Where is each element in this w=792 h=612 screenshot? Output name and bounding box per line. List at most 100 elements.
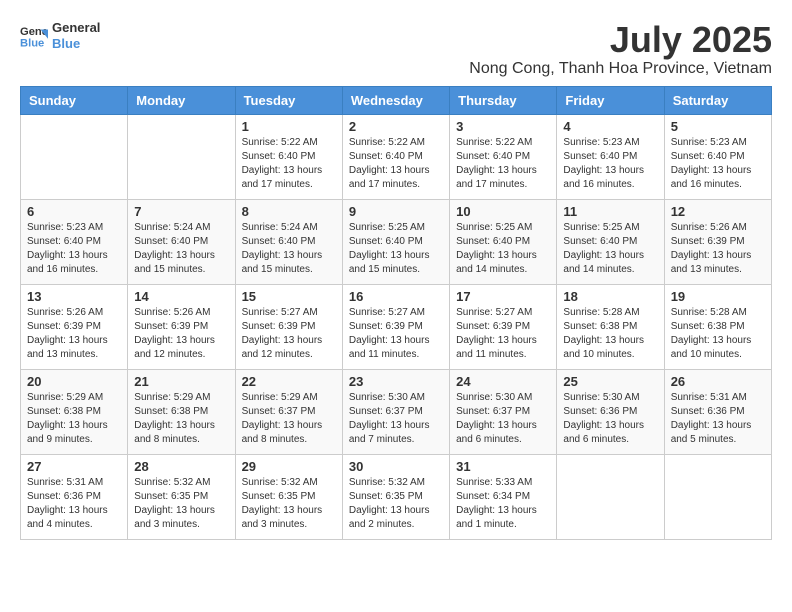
calendar-cell: 17 Sunrise: 5:27 AMSunset: 6:39 PMDayligh… (450, 284, 557, 369)
day-info: Sunrise: 5:22 AMSunset: 6:40 PMDaylight:… (349, 136, 443, 192)
day-number: 8 (242, 204, 336, 219)
calendar-title: July 2025 (469, 20, 772, 60)
day-number: 5 (671, 119, 765, 134)
calendar-cell: 30 Sunrise: 5:32 AMSunset: 6:35 PMDayligh… (342, 454, 449, 539)
calendar-cell: 24 Sunrise: 5:30 AMSunset: 6:37 PMDayligh… (450, 369, 557, 454)
page-header: General Blue General Blue July 2025 Nong… (20, 20, 772, 78)
day-info: Sunrise: 5:27 AMSunset: 6:39 PMDaylight:… (349, 306, 443, 362)
calendar-cell: 8 Sunrise: 5:24 AMSunset: 6:40 PMDaylight… (235, 199, 342, 284)
logo: General Blue General Blue (20, 20, 100, 51)
day-number: 17 (456, 289, 550, 304)
calendar-cell: 3 Sunrise: 5:22 AMSunset: 6:40 PMDaylight… (450, 114, 557, 199)
day-info: Sunrise: 5:23 AMSunset: 6:40 PMDaylight:… (563, 136, 657, 192)
day-info: Sunrise: 5:22 AMSunset: 6:40 PMDaylight:… (242, 136, 336, 192)
calendar-cell: 19 Sunrise: 5:28 AMSunset: 6:38 PMDayligh… (664, 284, 771, 369)
day-number: 27 (27, 459, 121, 474)
day-info: Sunrise: 5:29 AMSunset: 6:37 PMDaylight:… (242, 391, 336, 447)
day-number: 3 (456, 119, 550, 134)
column-header-sunday: Sunday (21, 86, 128, 114)
day-number: 20 (27, 374, 121, 389)
column-header-thursday: Thursday (450, 86, 557, 114)
day-info: Sunrise: 5:32 AMSunset: 6:35 PMDaylight:… (349, 476, 443, 532)
calendar-cell: 6 Sunrise: 5:23 AMSunset: 6:40 PMDaylight… (21, 199, 128, 284)
day-info: Sunrise: 5:23 AMSunset: 6:40 PMDaylight:… (27, 221, 121, 277)
calendar-cell (557, 454, 664, 539)
day-info: Sunrise: 5:31 AMSunset: 6:36 PMDaylight:… (671, 391, 765, 447)
day-info: Sunrise: 5:23 AMSunset: 6:40 PMDaylight:… (671, 136, 765, 192)
calendar-week-row: 27 Sunrise: 5:31 AMSunset: 6:36 PMDayligh… (21, 454, 772, 539)
day-info: Sunrise: 5:33 AMSunset: 6:34 PMDaylight:… (456, 476, 550, 532)
column-header-saturday: Saturday (664, 86, 771, 114)
day-info: Sunrise: 5:26 AMSunset: 6:39 PMDaylight:… (671, 221, 765, 277)
day-number: 14 (134, 289, 228, 304)
calendar-week-row: 1Sunrise: 5:22 AMSunset: 6:40 PMDaylight… (21, 114, 772, 199)
calendar-cell: 1Sunrise: 5:22 AMSunset: 6:40 PMDaylight… (235, 114, 342, 199)
column-header-monday: Monday (128, 86, 235, 114)
calendar-cell: 4Sunrise: 5:23 AMSunset: 6:40 PMDaylight… (557, 114, 664, 199)
day-info: Sunrise: 5:26 AMSunset: 6:39 PMDaylight:… (27, 306, 121, 362)
day-info: Sunrise: 5:25 AMSunset: 6:40 PMDaylight:… (456, 221, 550, 277)
day-number: 21 (134, 374, 228, 389)
day-number: 29 (242, 459, 336, 474)
day-number: 11 (563, 204, 657, 219)
calendar-cell: 28Sunrise: 5:32 AMSunset: 6:35 PMDayligh… (128, 454, 235, 539)
calendar-cell: 11Sunrise: 5:25 AMSunset: 6:40 PMDayligh… (557, 199, 664, 284)
day-info: Sunrise: 5:28 AMSunset: 6:38 PMDaylight:… (671, 306, 765, 362)
calendar-cell: 29 Sunrise: 5:32 AMSunset: 6:35 PMDayligh… (235, 454, 342, 539)
logo-blue-text: Blue (52, 36, 100, 52)
calendar-cell (21, 114, 128, 199)
day-number: 23 (349, 374, 443, 389)
calendar-cell: 13Sunrise: 5:26 AMSunset: 6:39 PMDayligh… (21, 284, 128, 369)
calendar-cell: 21 Sunrise: 5:29 AMSunset: 6:38 PMDayligh… (128, 369, 235, 454)
day-info: Sunrise: 5:27 AMSunset: 6:39 PMDaylight:… (242, 306, 336, 362)
day-info: Sunrise: 5:26 AMSunset: 6:39 PMDaylight:… (134, 306, 228, 362)
day-number: 28 (134, 459, 228, 474)
day-info: Sunrise: 5:29 AMSunset: 6:38 PMDaylight:… (134, 391, 228, 447)
day-info: Sunrise: 5:30 AMSunset: 6:37 PMDaylight:… (349, 391, 443, 447)
day-number: 26 (671, 374, 765, 389)
svg-text:Blue: Blue (20, 37, 44, 49)
calendar-cell: 25 Sunrise: 5:30 AMSunset: 6:36 PMDayligh… (557, 369, 664, 454)
day-number: 18 (563, 289, 657, 304)
day-info: Sunrise: 5:24 AMSunset: 6:40 PMDaylight:… (242, 221, 336, 277)
calendar-week-row: 20 Sunrise: 5:29 AMSunset: 6:38 PMDayligh… (21, 369, 772, 454)
calendar-cell (664, 454, 771, 539)
day-number: 24 (456, 374, 550, 389)
calendar-cell: 16Sunrise: 5:27 AMSunset: 6:39 PMDayligh… (342, 284, 449, 369)
day-info: Sunrise: 5:30 AMSunset: 6:37 PMDaylight:… (456, 391, 550, 447)
day-number: 9 (349, 204, 443, 219)
day-number: 6 (27, 204, 121, 219)
calendar-cell: 2Sunrise: 5:22 AMSunset: 6:40 PMDaylight… (342, 114, 449, 199)
calendar-cell (128, 114, 235, 199)
logo-icon: General Blue (20, 22, 48, 50)
day-info: Sunrise: 5:22 AMSunset: 6:40 PMDaylight:… (456, 136, 550, 192)
calendar-week-row: 13Sunrise: 5:26 AMSunset: 6:39 PMDayligh… (21, 284, 772, 369)
day-number: 7 (134, 204, 228, 219)
day-info: Sunrise: 5:31 AMSunset: 6:36 PMDaylight:… (27, 476, 121, 532)
calendar-cell: 14 Sunrise: 5:26 AMSunset: 6:39 PMDayligh… (128, 284, 235, 369)
calendar-subtitle: Nong Cong, Thanh Hoa Province, Vietnam (469, 60, 772, 78)
day-number: 31 (456, 459, 550, 474)
day-number: 22 (242, 374, 336, 389)
calendar-cell: 23 Sunrise: 5:30 AMSunset: 6:37 PMDayligh… (342, 369, 449, 454)
day-number: 19 (671, 289, 765, 304)
calendar-cell: 7 Sunrise: 5:24 AMSunset: 6:40 PMDaylight… (128, 199, 235, 284)
day-info: Sunrise: 5:32 AMSunset: 6:35 PMDaylight:… (242, 476, 336, 532)
day-info: Sunrise: 5:29 AMSunset: 6:38 PMDaylight:… (27, 391, 121, 447)
calendar-cell: 31 Sunrise: 5:33 AMSunset: 6:34 PMDayligh… (450, 454, 557, 539)
calendar-cell: 22 Sunrise: 5:29 AMSunset: 6:37 PMDayligh… (235, 369, 342, 454)
column-header-friday: Friday (557, 86, 664, 114)
column-header-tuesday: Tuesday (235, 86, 342, 114)
day-info: Sunrise: 5:25 AMSunset: 6:40 PMDaylight:… (349, 221, 443, 277)
day-number: 25 (563, 374, 657, 389)
calendar-cell: 5 Sunrise: 5:23 AMSunset: 6:40 PMDaylight… (664, 114, 771, 199)
calendar-cell: 10Sunrise: 5:25 AMSunset: 6:40 PMDayligh… (450, 199, 557, 284)
calendar-cell: 20 Sunrise: 5:29 AMSunset: 6:38 PMDayligh… (21, 369, 128, 454)
day-info: Sunrise: 5:27 AMSunset: 6:39 PMDaylight:… (456, 306, 550, 362)
day-info: Sunrise: 5:28 AMSunset: 6:38 PMDaylight:… (563, 306, 657, 362)
day-number: 30 (349, 459, 443, 474)
day-info: Sunrise: 5:30 AMSunset: 6:36 PMDaylight:… (563, 391, 657, 447)
day-number: 12 (671, 204, 765, 219)
day-info: Sunrise: 5:24 AMSunset: 6:40 PMDaylight:… (134, 221, 228, 277)
day-number: 15 (242, 289, 336, 304)
